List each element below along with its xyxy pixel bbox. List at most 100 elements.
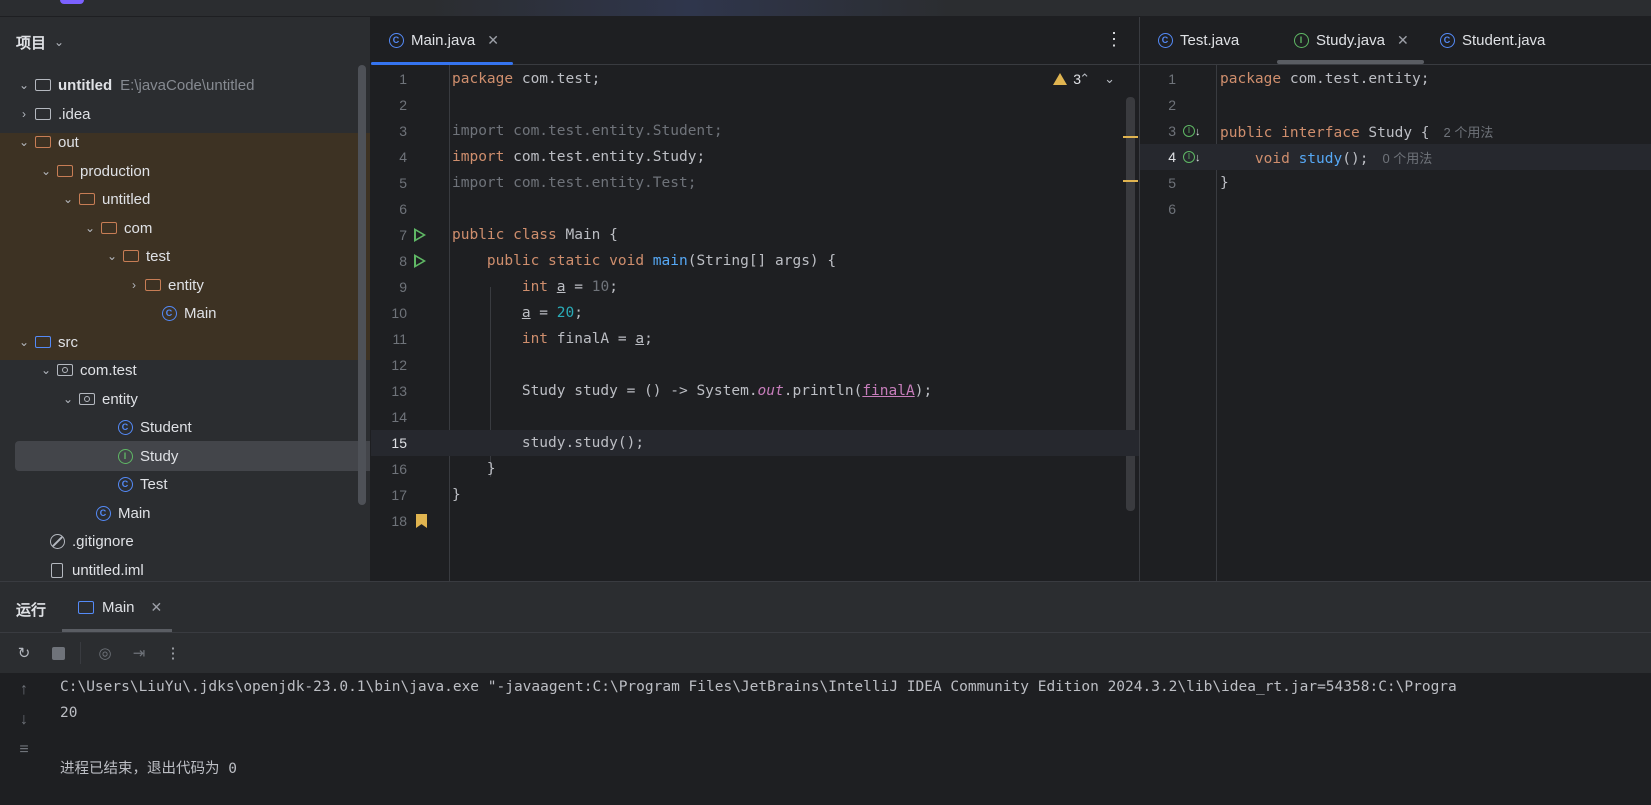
- tree-item-label: Student: [140, 418, 192, 436]
- project-tool-window: 项目 ⌄ ⌄ untitled E:\javaCode\untitled › .…: [0, 17, 370, 611]
- usages-hint[interactable]: 0 个用法: [1382, 151, 1432, 166]
- tree-item-entity[interactable]: ⌄ entity: [0, 384, 370, 414]
- chevron-right-icon[interactable]: ›: [16, 107, 32, 121]
- code-line-10[interactable]: 10 a = 20;: [371, 300, 1139, 326]
- project-scrollbar[interactable]: [358, 65, 366, 505]
- code-line-9[interactable]: 9 int a = 10;: [371, 274, 1139, 300]
- code-line-7[interactable]: 7 public class Main {: [371, 222, 1139, 248]
- console-output[interactable]: C:\Users\LiuYu\.jdks\openjdk-23.0.1\bin\…: [48, 673, 1651, 805]
- tree-item-label: .gitignore: [72, 532, 134, 550]
- close-icon[interactable]: ✕: [487, 32, 499, 49]
- tree-item-label: untitled: [58, 76, 113, 94]
- tree-item-idea[interactable]: › .idea: [0, 99, 360, 129]
- code-line-15[interactable]: 15 study.study();: [371, 430, 1139, 456]
- code-line-2[interactable]: 2: [371, 92, 1139, 118]
- code-line-2[interactable]: 2: [1140, 92, 1651, 118]
- console-line: C:\Users\LiuYu\.jdks\openjdk-23.0.1\bin\…: [60, 679, 1457, 695]
- close-icon[interactable]: ✕: [151, 599, 163, 616]
- tree-item-study[interactable]: I Study: [15, 441, 370, 471]
- code-line-5[interactable]: 5 import com.test.entity.Test;: [371, 170, 1139, 196]
- tab-scrollbar[interactable]: [1277, 60, 1424, 64]
- close-icon[interactable]: ✕: [1397, 32, 1409, 49]
- class-run-icon: C: [160, 304, 178, 322]
- tree-item-out[interactable]: ⌄ out: [0, 127, 360, 157]
- down-arrow-icon[interactable]: ↓: [0, 711, 48, 733]
- tree-item-label: untitled.iml: [72, 561, 144, 579]
- chevron-down-icon[interactable]: ⌄: [38, 164, 54, 178]
- code-line-3[interactable]: 3 I public interface Study {2 个用法: [1140, 118, 1651, 144]
- tree-item-test[interactable]: ⌄ test: [0, 241, 370, 271]
- tree-item-gitignore[interactable]: .gitignore: [0, 526, 370, 556]
- chevron-down-icon[interactable]: ⌄: [60, 392, 76, 406]
- code-line-3[interactable]: 3 import com.test.entity.Student;: [371, 118, 1139, 144]
- tree-item-label: Main: [118, 504, 151, 522]
- code-line-17[interactable]: 17 }: [371, 482, 1139, 508]
- bookmark-icon[interactable]: [416, 514, 427, 528]
- run-tab-main[interactable]: Main ✕: [62, 582, 172, 632]
- line-number: 17: [391, 487, 407, 503]
- camera-icon[interactable]: ◎: [95, 643, 115, 663]
- tree-item-main-class[interactable]: C Main: [0, 498, 370, 528]
- chevron-down-icon[interactable]: ⌄: [82, 221, 98, 235]
- folder-icon: [100, 219, 118, 237]
- chevron-down-icon[interactable]: ⌄: [16, 135, 32, 149]
- tree-item-main-class-out[interactable]: C Main: [0, 298, 370, 328]
- code-line-12[interactable]: 12: [371, 352, 1139, 378]
- tree-item-entity-out[interactable]: › entity: [0, 270, 370, 300]
- stop-button[interactable]: [48, 643, 68, 663]
- code-line-6[interactable]: 6: [1140, 196, 1651, 222]
- tree-item-com-test[interactable]: ⌄ com.test: [0, 355, 370, 385]
- tab-student-java[interactable]: C Student.java: [1436, 17, 1545, 64]
- tab-label: Study.java: [1316, 32, 1385, 49]
- tree-item-src[interactable]: ⌄ src: [0, 327, 360, 357]
- project-view-selector[interactable]: 项目 ⌄: [0, 17, 370, 67]
- line-number: 1: [399, 71, 407, 87]
- chevron-down-icon[interactable]: ⌄: [16, 78, 32, 92]
- code-line-11[interactable]: 11 int finalA = a;: [371, 326, 1139, 352]
- tree-item-student[interactable]: C Student: [0, 412, 370, 442]
- code-line-1[interactable]: 1 package com.test.entity;: [1140, 66, 1651, 92]
- chevron-down-icon[interactable]: ⌄: [104, 249, 120, 263]
- code-line-4[interactable]: 4 I void study();0 个用法: [1140, 144, 1651, 170]
- implemented-gutter-icon[interactable]: I: [1183, 125, 1201, 137]
- code-line-18[interactable]: 18: [371, 508, 1139, 534]
- run-gutter-icon[interactable]: [414, 254, 426, 268]
- code-line-1[interactable]: 1 package com.test;: [371, 66, 1139, 92]
- chevron-down-icon[interactable]: ⌄: [60, 192, 76, 206]
- rerun-icon[interactable]: ↻: [14, 643, 34, 663]
- more-options-icon[interactable]: ⋮: [1105, 29, 1123, 50]
- chevron-right-icon[interactable]: ›: [126, 278, 142, 292]
- tab-study-java[interactable]: I Study.java ✕: [1290, 17, 1409, 64]
- code-line-14[interactable]: 14: [371, 404, 1139, 430]
- tab-main-java[interactable]: C Main.java ✕: [371, 17, 513, 65]
- chevron-down-icon[interactable]: ⌄: [16, 335, 32, 349]
- code-line-8[interactable]: 8 public static void main(String[] args)…: [371, 248, 1139, 274]
- up-arrow-icon[interactable]: ↑: [0, 681, 48, 703]
- exit-icon[interactable]: ⇥: [129, 643, 149, 663]
- code-line-16[interactable]: 16 }: [371, 456, 1139, 482]
- code-text: import com.test.entity.Test;: [452, 175, 697, 191]
- tree-item-test-class[interactable]: C Test: [0, 469, 370, 499]
- tree-item-untitled-out[interactable]: ⌄ untitled: [0, 184, 370, 214]
- tree-item-project-root[interactable]: ⌄ untitled E:\javaCode\untitled: [0, 70, 360, 100]
- run-toolbar: ↻ ◎ ⇥ ⋮: [0, 632, 1651, 673]
- implemented-gutter-icon[interactable]: I: [1183, 151, 1201, 163]
- package-icon: [56, 361, 74, 379]
- code-text: Study study = () -> System.out.println(f…: [521, 383, 933, 399]
- tree-item-label: com: [124, 219, 153, 237]
- tree-item-com[interactable]: ⌄ com: [0, 213, 370, 243]
- usages-hint[interactable]: 2 个用法: [1444, 125, 1494, 140]
- code-line-5[interactable]: 5 }: [1140, 170, 1651, 196]
- more-options-icon[interactable]: ⋮: [163, 643, 183, 663]
- line-number: 11: [392, 331, 407, 347]
- code-text: int a = 10;: [521, 279, 618, 295]
- code-line-13[interactable]: 13 Study study = () -> System.out.printl…: [371, 378, 1139, 404]
- chevron-down-icon[interactable]: ⌄: [38, 363, 54, 377]
- tab-test-java[interactable]: C Test.java: [1154, 17, 1239, 64]
- code-line-6[interactable]: 6: [371, 196, 1139, 222]
- code-line-4[interactable]: 4 import com.test.entity.Study;: [371, 144, 1139, 170]
- soft-wrap-icon[interactable]: ≡: [0, 741, 48, 763]
- code-text: void study(); 0 个用法: [1254, 150, 1433, 167]
- run-gutter-icon[interactable]: [414, 228, 426, 242]
- tree-item-production[interactable]: ⌄ production: [0, 156, 370, 186]
